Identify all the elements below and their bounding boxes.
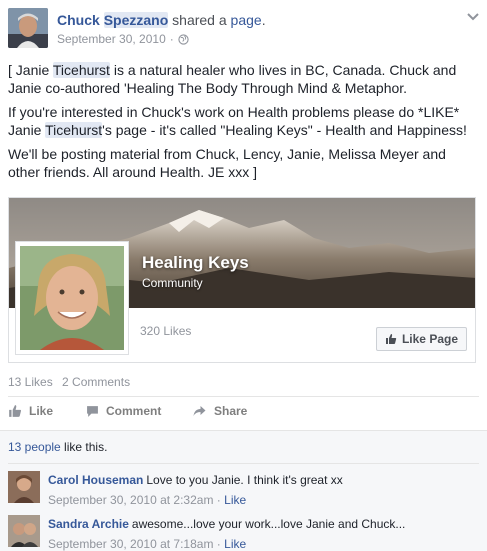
- post-paragraph-2: If you're interested in Chuck's work on …: [8, 103, 480, 139]
- comment-meta: September 30, 2010 at 7:18am · Like: [48, 537, 246, 551]
- shared-page-link[interactable]: page: [231, 12, 262, 28]
- like-page-label: Like Page: [401, 332, 458, 346]
- header-period: .: [261, 12, 266, 28]
- likes-count-link[interactable]: 13 Likes: [8, 375, 53, 389]
- post-action-text: shared a: [172, 12, 227, 28]
- likes-summary-text: like this.: [60, 440, 108, 454]
- post-paragraph-3: We'll be posting material from Chuck, Le…: [8, 146, 446, 180]
- post-stats: 13 Likes 2 Comments: [8, 375, 136, 389]
- p2-end: 's page - it's called "Healing Keys" - H…: [102, 122, 467, 138]
- share-label: Share: [214, 404, 248, 418]
- comment-button[interactable]: Comment: [86, 404, 161, 418]
- thumbs-up-icon: [385, 334, 397, 344]
- likes-summary: 13 people like this.: [8, 440, 107, 454]
- comment-item: Carol Houseman Love to you Janie. I think…: [8, 471, 478, 507]
- page-title[interactable]: Healing Keys: [142, 253, 249, 273]
- comment-body: Sandra Archie awesome...love your work...…: [48, 517, 405, 531]
- tagged-name[interactable]: Ticehurst: [45, 122, 103, 138]
- comment-like-link[interactable]: Like: [224, 493, 246, 507]
- comment-timestamp[interactable]: September 30, 2010 at 7:18am: [48, 537, 213, 551]
- author-last-name: Spezzano: [103, 12, 169, 28]
- comment-timestamp[interactable]: September 30, 2010 at 2:32am: [48, 493, 213, 507]
- page-likes-count: 320 Likes: [140, 324, 192, 338]
- tagged-name[interactable]: Ticehurst: [52, 62, 110, 78]
- share-button[interactable]: Share: [192, 404, 247, 418]
- share-arrow-icon: [193, 406, 206, 416]
- comment-meta: September 30, 2010 at 2:32am · Like: [48, 493, 246, 507]
- comment-label: Comment: [106, 404, 162, 418]
- commenter-name-link[interactable]: Carol Houseman: [48, 473, 143, 487]
- author-avatar[interactable]: [8, 8, 48, 48]
- comment-text: awesome...love your work...love Janie an…: [131, 517, 406, 531]
- comment-text: Love to you Janie. I think it's great xx: [146, 473, 343, 487]
- feed-post: Chuck Spezzano shared a page. September …: [0, 0, 487, 551]
- meta-separator: ·: [216, 537, 221, 551]
- meta-separator: ·: [216, 493, 221, 507]
- author-first-name: Chuck: [57, 12, 100, 28]
- globe-icon[interactable]: [178, 33, 189, 45]
- stats-divider: [8, 396, 479, 397]
- p1-start: [ Janie: [8, 62, 53, 78]
- comments-section: 13 people like this. Carol Houseman Love …: [0, 430, 487, 551]
- post-paragraph-1: [ Janie Ticehurst is a natural healer wh…: [8, 61, 480, 97]
- post-meta: September 30, 2010 ·: [57, 32, 189, 46]
- page-profile-picture[interactable]: [15, 241, 129, 355]
- post-timestamp[interactable]: September 30, 2010: [57, 32, 166, 46]
- commenter-name-link[interactable]: Sandra Archie: [48, 517, 129, 531]
- comment-item: Sandra Archie awesome...love your work...…: [8, 515, 478, 551]
- comment-like-link[interactable]: Like: [224, 537, 246, 551]
- meta-separator: ·: [169, 32, 174, 46]
- comment-body: Carol Houseman Love to you Janie. I think…: [48, 473, 343, 487]
- thumbs-up-icon: [9, 405, 22, 417]
- speech-bubble-icon: [87, 405, 98, 417]
- page-category: Community: [142, 276, 203, 290]
- chevron-down-icon[interactable]: [467, 12, 479, 22]
- like-label: Like: [29, 404, 54, 418]
- comments-divider: [8, 463, 479, 464]
- people-who-like-link[interactable]: 13 people: [8, 440, 61, 454]
- commenter-avatar[interactable]: [8, 515, 40, 547]
- post-message: [ Janie Ticehurst is a natural healer wh…: [8, 61, 480, 187]
- post-header: Chuck Spezzano shared a page.: [57, 12, 266, 28]
- like-page-button[interactable]: Like Page: [375, 327, 467, 351]
- like-button[interactable]: Like: [8, 404, 53, 418]
- comments-count-link[interactable]: 2 Comments: [62, 375, 130, 389]
- author-name-link[interactable]: Chuck Spezzano: [57, 12, 169, 28]
- commenter-avatar[interactable]: [8, 471, 40, 503]
- shared-page-card[interactable]: Healing Keys Community 320 Likes Like Pa…: [8, 197, 476, 363]
